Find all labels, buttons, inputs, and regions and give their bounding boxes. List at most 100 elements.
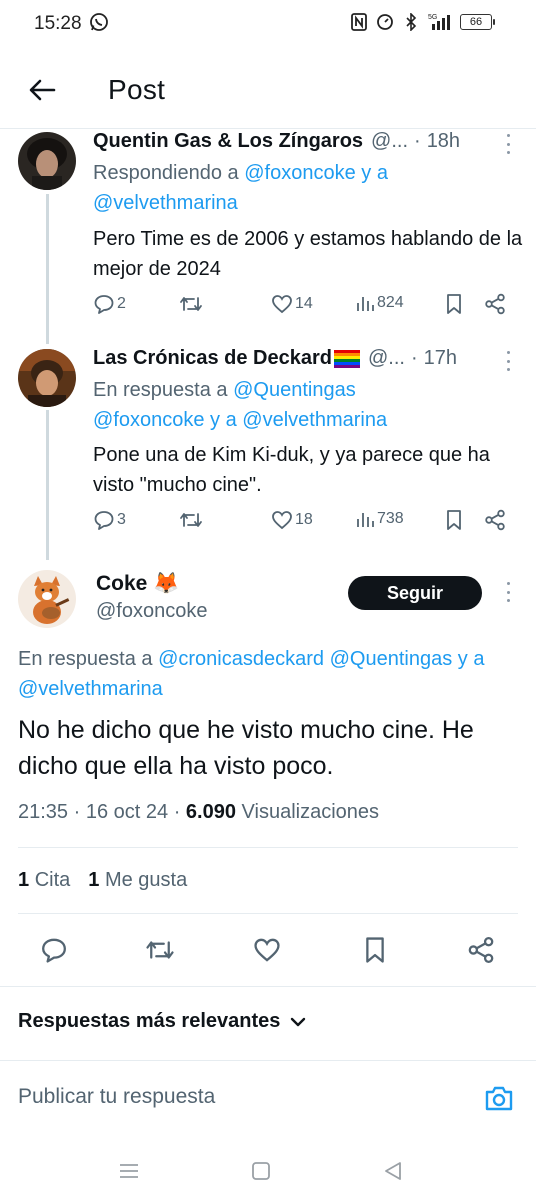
views-button[interactable]: 738 <box>355 509 404 529</box>
like-button[interactable]: 14 <box>271 293 313 315</box>
share-button[interactable] <box>461 930 501 970</box>
header-divider <box>0 128 536 129</box>
reply-context: En respuesta a @Quentingas @foxoncoke y … <box>93 375 523 435</box>
share-icon <box>468 937 494 963</box>
reply-button[interactable]: 3 <box>93 509 126 531</box>
retweet-button[interactable] <box>179 293 203 315</box>
tweet-time[interactable]: 18h <box>427 130 460 153</box>
context-and: y a <box>457 648 485 670</box>
tweet-time[interactable]: 21:35 <box>18 801 68 824</box>
retweet-icon <box>180 297 202 311</box>
quotes-stat[interactable]: 1 Cita <box>18 869 70 892</box>
views-label: Visualizaciones <box>241 801 380 823</box>
menu-icon <box>120 1164 138 1178</box>
retweet-button[interactable] <box>140 930 180 970</box>
thread-line <box>46 410 49 560</box>
avatar[interactable] <box>18 132 76 190</box>
camera-button[interactable] <box>484 1083 514 1113</box>
avatar[interactable] <box>18 570 76 628</box>
main-name-row: Coke 🦊 <box>96 572 180 596</box>
divider <box>0 986 536 987</box>
more-options-button[interactable] <box>504 351 512 371</box>
bookmark-button[interactable] <box>444 509 464 531</box>
back-nav-button[interactable] <box>380 1158 406 1184</box>
tweet-meta: 21:35 · 16 oct 24 · 6.090 Visualizacione… <box>18 801 379 824</box>
mention-link[interactable]: @velvethmarina <box>242 409 387 431</box>
reply-count: 2 <box>117 295 126 312</box>
back-button[interactable] <box>26 74 58 106</box>
mention-link[interactable]: @foxoncoke <box>93 409 204 431</box>
follow-button[interactable]: Seguir <box>348 576 482 610</box>
more-options-button[interactable] <box>504 582 512 602</box>
more-options-button[interactable] <box>504 134 512 154</box>
context-and: y a <box>210 409 237 431</box>
system-nav-bar <box>0 1140 536 1200</box>
reply-input[interactable] <box>18 1085 458 1109</box>
mention-link[interactable]: @foxoncoke <box>244 162 355 184</box>
status-time: 15:28 <box>34 13 82 34</box>
separator-dot: · <box>168 801 186 823</box>
tweet-stats: 1 Cita 1 Me gusta <box>18 869 187 892</box>
display-name[interactable]: Coke <box>96 572 147 596</box>
speedometer-icon <box>376 12 394 32</box>
nfc-icon <box>350 12 368 32</box>
display-name[interactable]: Quentin Gas & Los Zíngaros <box>93 130 363 153</box>
status-bar: 15:28 5G 66 <box>0 0 536 48</box>
heart-icon <box>272 295 292 314</box>
retweet-icon <box>146 941 174 959</box>
divider <box>18 847 518 848</box>
like-button[interactable]: 18 <box>271 509 313 531</box>
mention-link[interactable]: @cronicasdeckard <box>158 648 324 670</box>
quotes-label: Cita <box>34 869 71 891</box>
bookmark-button[interactable] <box>444 293 464 315</box>
mention-link[interactable]: @velvethmarina <box>18 678 163 700</box>
like-button[interactable] <box>247 930 287 970</box>
fox-emoji-icon: 🦊 <box>153 572 180 595</box>
user-handle[interactable]: @... <box>368 347 405 370</box>
tweet-text: No he dicho que he visto mucho cine. He … <box>18 716 474 780</box>
likes-label: Me gusta <box>104 869 188 891</box>
mention-link[interactable]: @Quentingas <box>233 379 356 401</box>
user-handle[interactable]: @... <box>371 130 408 153</box>
separator-dot: · <box>410 347 418 369</box>
separator-dot: · <box>414 130 421 152</box>
whatsapp-icon <box>89 12 109 32</box>
avatar[interactable] <box>18 349 76 407</box>
svg-text:5G: 5G <box>428 14 437 21</box>
tweet-actions: 3 18 738 <box>93 509 513 539</box>
reply-context: Respondiendo a @foxoncoke y a @velvethma… <box>93 158 523 218</box>
tweet-date[interactable]: 16 oct 24 <box>86 801 168 824</box>
reply-button[interactable] <box>34 930 74 970</box>
camera-icon <box>485 1086 513 1111</box>
page-header: Post <box>0 60 536 122</box>
heart-icon <box>254 938 280 962</box>
sort-replies-dropdown[interactable]: Respuestas más relevantes <box>18 1010 306 1033</box>
reply-button[interactable]: 2 <box>93 293 126 315</box>
share-button[interactable] <box>484 293 506 315</box>
likes-stat[interactable]: 1 Me gusta <box>88 869 187 892</box>
square-home-icon <box>252 1162 270 1180</box>
likes-number: 1 <box>88 869 100 891</box>
context-and: y a <box>361 162 388 184</box>
retweet-icon <box>180 513 202 527</box>
menu-nav-button[interactable] <box>116 1158 142 1184</box>
retweet-button[interactable] <box>179 509 203 531</box>
mention-link[interactable]: @Quentingas <box>330 648 453 670</box>
user-handle[interactable]: @foxoncoke <box>96 600 207 623</box>
views-button[interactable]: 824 <box>355 293 404 313</box>
divider <box>18 913 518 914</box>
bluetooth-icon <box>402 12 420 32</box>
bookmark-button[interactable] <box>355 930 395 970</box>
bookmark-icon <box>447 294 461 314</box>
tweet-text: Pone una de Kim Ki-duk, y ya parece que … <box>93 444 490 496</box>
views-count: 738 <box>377 510 404 527</box>
quotes-number: 1 <box>18 869 30 891</box>
like-count: 14 <box>295 295 313 312</box>
tweet-time[interactable]: 17h <box>424 347 457 370</box>
display-name[interactable]: Las Crónicas de Deckard <box>93 347 332 370</box>
home-nav-button[interactable] <box>248 1158 274 1184</box>
page-title: Post <box>108 74 166 105</box>
share-button[interactable] <box>484 509 506 531</box>
mention-link[interactable]: @velvethmarina <box>93 192 238 214</box>
bookmark-icon <box>366 937 384 963</box>
